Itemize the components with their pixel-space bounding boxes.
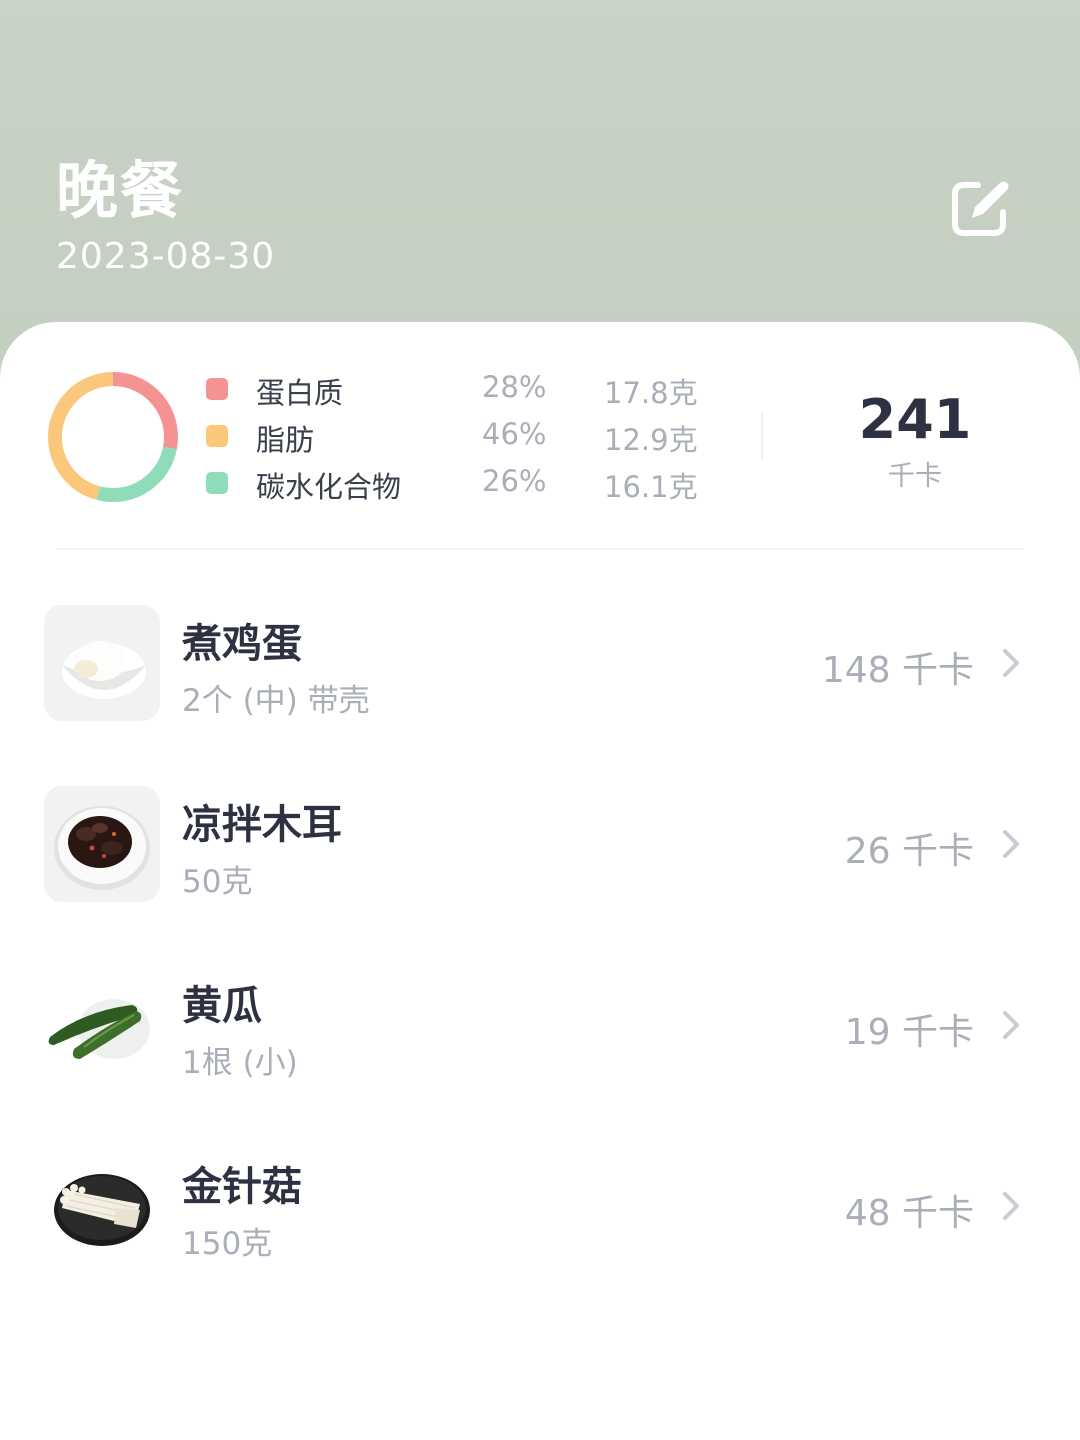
chevron-right-icon	[1003, 1011, 1019, 1039]
macro-name: 蛋白质	[256, 376, 344, 410]
macro-row-protein: 蛋白质 28% 17.8克	[0, 370, 760, 410]
macro-name: 碳水化合物	[256, 470, 402, 504]
total-calories: 241	[858, 388, 972, 451]
meal-header: 晚餐 2023-08-30	[0, 0, 1080, 360]
food-portion: 1根 (小)	[182, 1045, 298, 1081]
wood-ear-salad-image	[44, 786, 160, 902]
meal-title: 晚餐	[56, 154, 185, 227]
macro-grams: 12.9克	[604, 423, 698, 457]
food-calories: 26 千卡	[844, 831, 974, 872]
food-portion: 2个 (中) 带壳	[182, 683, 370, 719]
chevron-right-icon	[1003, 1192, 1019, 1220]
macro-percent: 46%	[482, 417, 547, 451]
macro-row-carbs: 碳水化合物 26% 16.1克	[0, 464, 760, 504]
macro-percent: 26%	[482, 464, 547, 498]
macro-row-fat: 脂肪 46% 12.9克	[0, 417, 760, 457]
food-portion: 50克	[182, 864, 253, 900]
macro-name: 脂肪	[256, 423, 315, 457]
food-item-wood-ear-salad[interactable]: 凉拌木耳 50克 26 千卡	[0, 786, 1080, 936]
food-name: 金针菇	[182, 1164, 302, 1210]
food-item-cucumber[interactable]: 黄瓜 1根 (小) 19 千卡	[0, 967, 1080, 1117]
food-item-boiled-egg[interactable]: 煮鸡蛋 2个 (中) 带壳 148 千卡	[0, 605, 1080, 755]
edit-icon[interactable]	[948, 176, 1014, 242]
macro-grams: 16.1克	[604, 470, 698, 504]
food-calories: 48 千卡	[844, 1193, 974, 1234]
cucumber-image	[44, 967, 160, 1083]
protein-color-swatch	[206, 378, 228, 400]
total-calories-unit: 千卡	[888, 461, 942, 492]
enoki-mushroom-image	[44, 1148, 160, 1264]
food-item-enoki-mushroom[interactable]: 金针菇 150克 48 千卡	[0, 1148, 1080, 1298]
macro-grams: 17.8克	[604, 376, 698, 410]
macro-percent: 28%	[482, 370, 547, 404]
meal-date: 2023-08-30	[56, 236, 276, 277]
fat-color-swatch	[206, 425, 228, 447]
chevron-right-icon	[1003, 830, 1019, 858]
section-divider	[56, 548, 1024, 550]
chevron-right-icon	[1003, 649, 1019, 677]
food-name: 凉拌木耳	[182, 802, 342, 848]
food-calories: 148 千卡	[821, 650, 974, 691]
food-name: 黄瓜	[182, 983, 262, 1029]
carbs-color-swatch	[206, 472, 228, 494]
boiled-egg-image	[44, 605, 160, 721]
summary-divider	[761, 412, 763, 460]
food-name: 煮鸡蛋	[182, 621, 302, 667]
food-calories: 19 千卡	[844, 1012, 974, 1053]
food-portion: 150克	[182, 1226, 273, 1262]
